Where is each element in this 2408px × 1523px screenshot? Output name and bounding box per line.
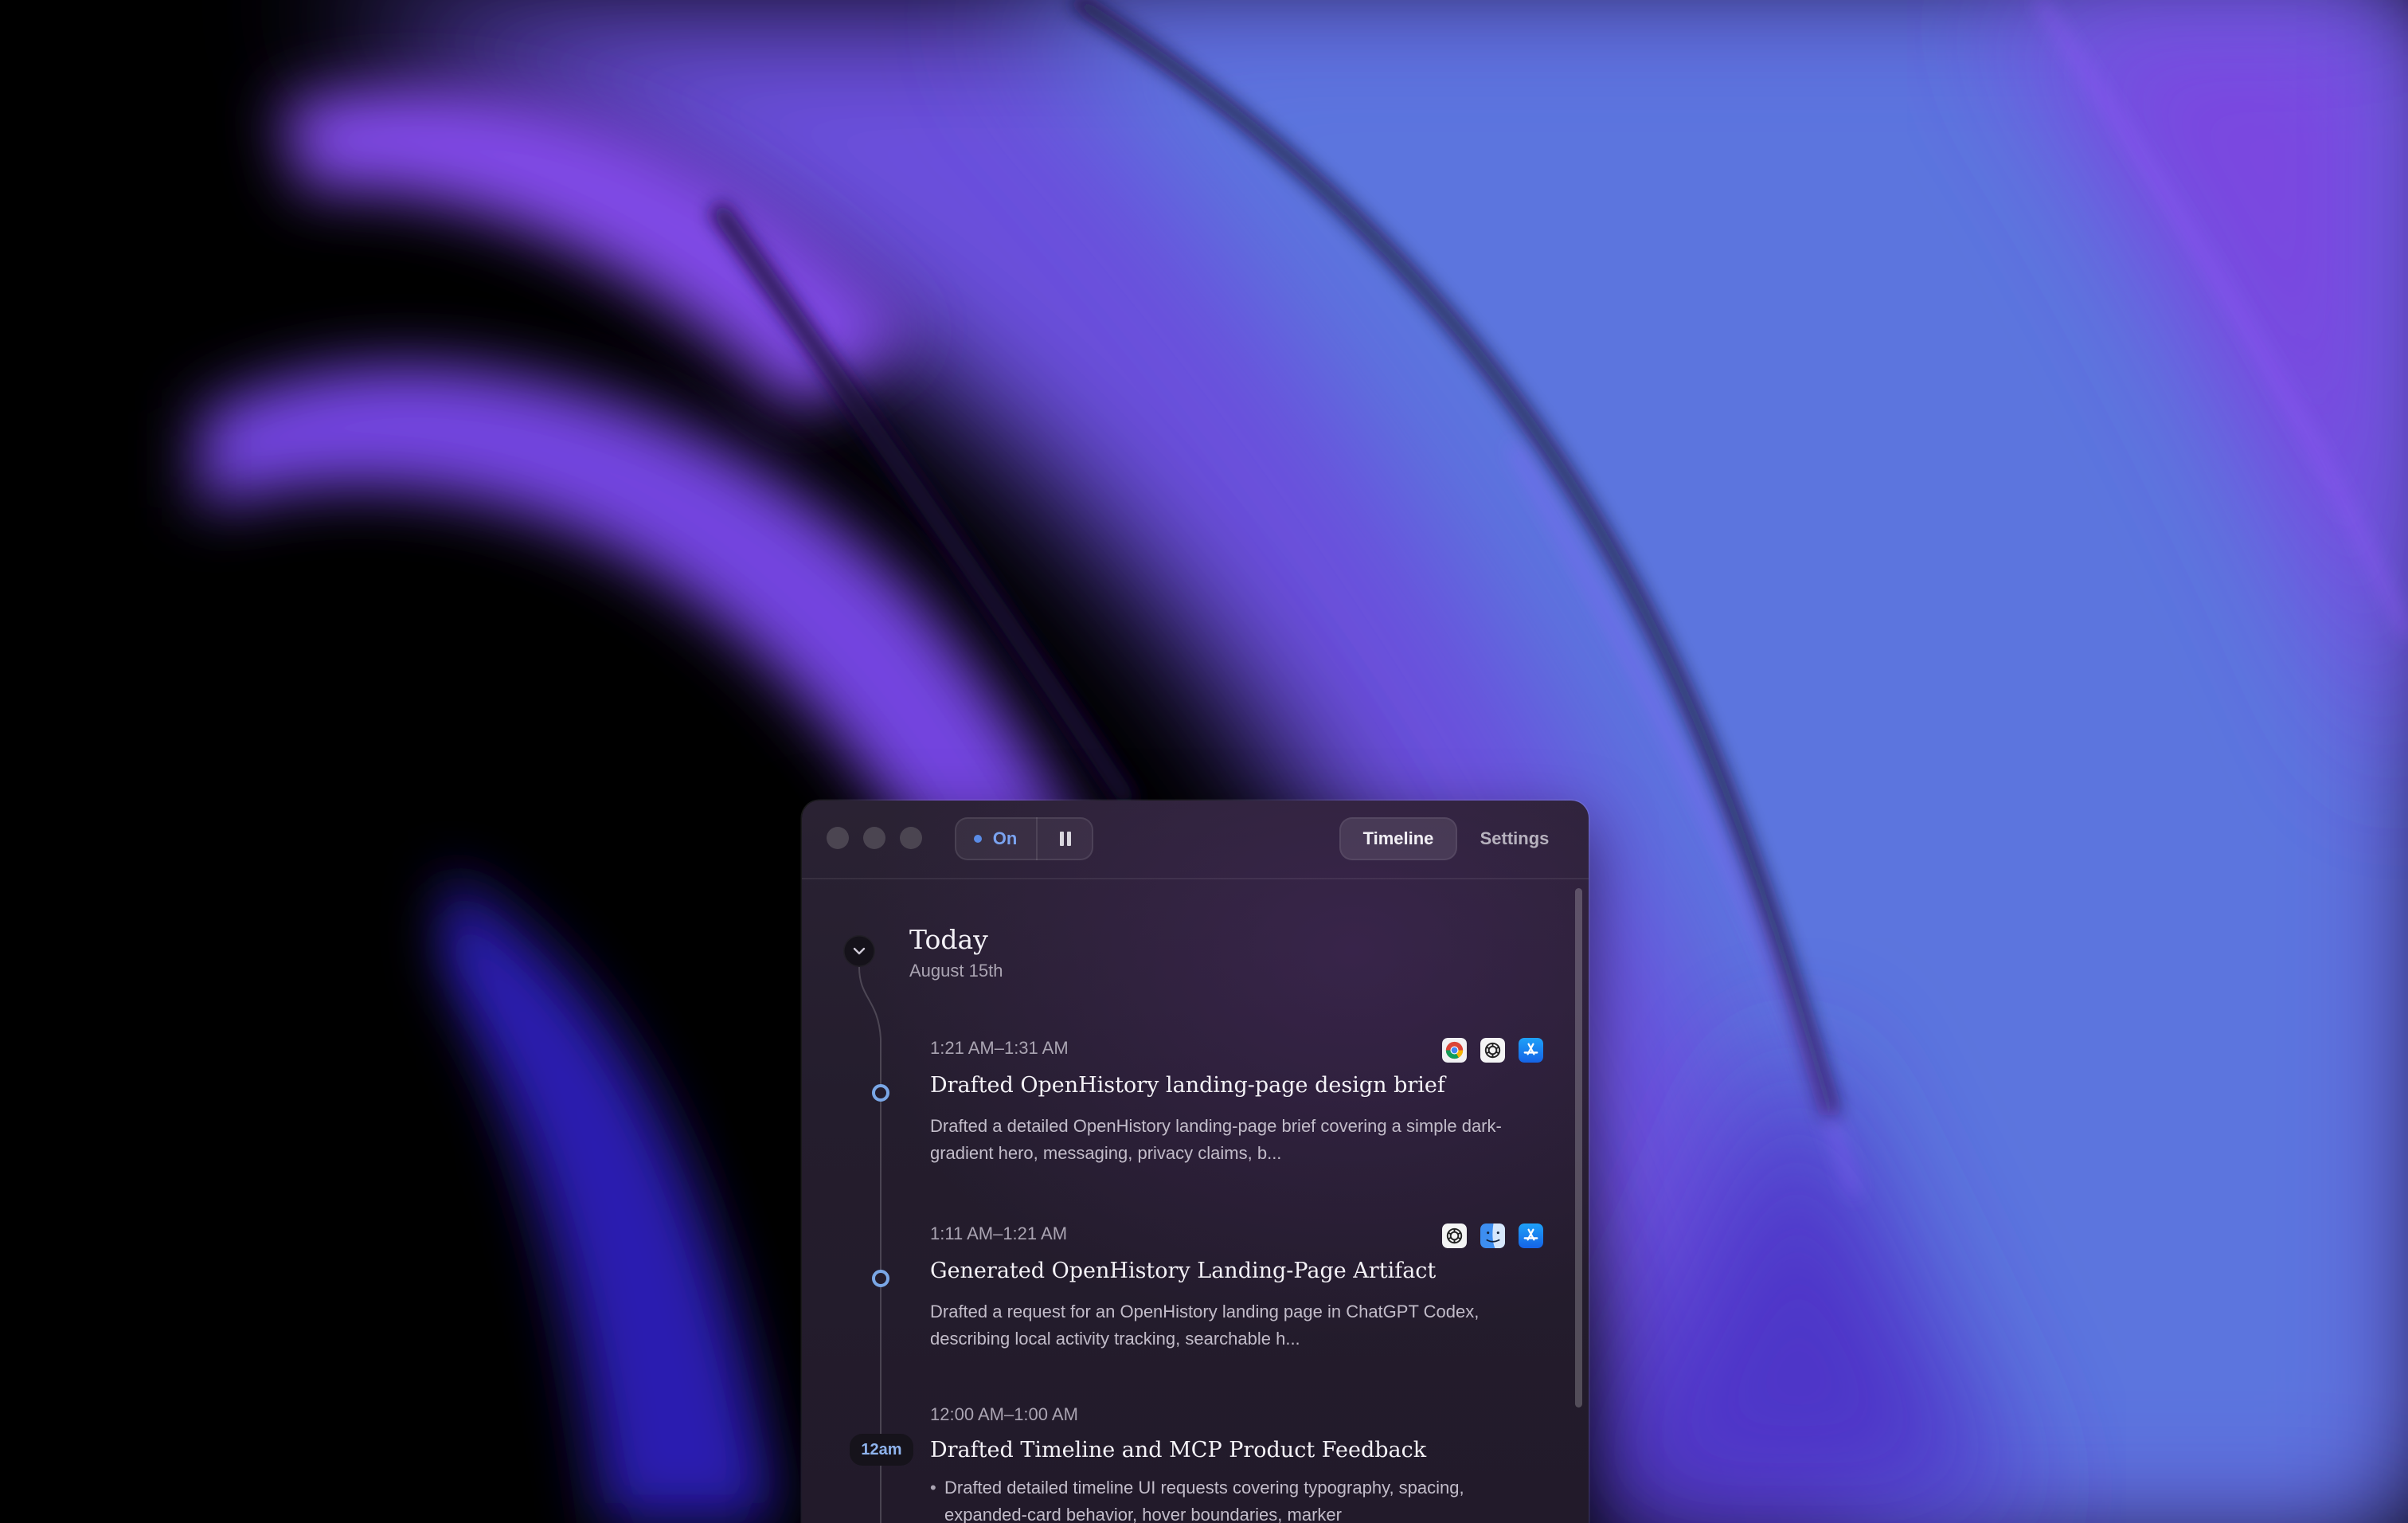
pause-button[interactable] xyxy=(1038,817,1093,860)
chrome-icon xyxy=(1442,1038,1467,1063)
app-store-icon xyxy=(1519,1038,1543,1063)
recording-control: On xyxy=(955,817,1093,860)
recording-dot-icon xyxy=(973,835,982,843)
timeline-entry-card[interactable]: 1:21 AM–1:31 AM Drafted OpenHistory land… xyxy=(930,1038,1543,1173)
entry-summary: Drafted a request for an OpenHistory lan… xyxy=(930,1302,1480,1349)
hour-marker-badge: 12am xyxy=(850,1434,913,1466)
close-window-button[interactable] xyxy=(827,827,849,849)
app-window: On Timeline Settings Today August 15th 1… xyxy=(802,801,1589,1523)
entry-title: Drafted OpenHistory landing-page design … xyxy=(930,1073,1445,1098)
entry-title: Drafted Timeline and MCP Product Feedbac… xyxy=(930,1438,1427,1462)
pause-icon xyxy=(1060,832,1071,846)
tab-settings[interactable]: Settings xyxy=(1467,817,1562,860)
day-date: August 15th xyxy=(909,961,1003,981)
zoom-window-button[interactable] xyxy=(900,827,922,849)
entry-summary-bullet: Drafted detailed timeline UI requests co… xyxy=(930,1474,1503,1523)
chatgpt-icon xyxy=(1480,1038,1505,1063)
timeline-view[interactable]: Today August 15th 12am 1:21 AM–1:31 AM D… xyxy=(802,879,1589,1523)
entry-time-range: 1:11 AM–1:21 AM xyxy=(930,1223,1068,1243)
recording-status-toggle[interactable]: On xyxy=(955,817,1038,860)
finder-icon xyxy=(1480,1223,1505,1248)
day-title: Today xyxy=(909,924,988,955)
timeline-entry-card[interactable]: 12:00 AM–1:00 AM Drafted Timeline and MC… xyxy=(930,1404,1543,1523)
entry-time-range: 1:21 AM–1:31 AM xyxy=(930,1038,1069,1058)
entry-app-icons xyxy=(1442,1223,1543,1249)
tab-timeline[interactable]: Timeline xyxy=(1339,817,1457,860)
entry-title: Generated OpenHistory Landing-Page Artif… xyxy=(930,1259,1437,1283)
timeline-node xyxy=(872,1270,889,1287)
entry-time-range: 12:00 AM–1:00 AM xyxy=(930,1404,1078,1424)
collapse-day-button[interactable] xyxy=(843,935,875,967)
scrollbar-thumb[interactable] xyxy=(1575,888,1582,1408)
minimize-window-button[interactable] xyxy=(863,827,885,849)
chatgpt-icon xyxy=(1442,1223,1467,1248)
recording-status-label: On xyxy=(992,828,1018,848)
timeline-node xyxy=(872,1084,889,1102)
title-bar: On Timeline Settings xyxy=(802,801,1589,879)
app-store-icon xyxy=(1519,1223,1543,1248)
entry-app-icons xyxy=(1442,1038,1543,1063)
entry-summary: Drafted a detailed OpenHistory landing-p… xyxy=(930,1116,1502,1163)
timeline-entry-card[interactable]: 1:11 AM–1:21 AM Generated OpenHistory La… xyxy=(930,1223,1543,1359)
desktop: On Timeline Settings Today August 15th 1… xyxy=(0,0,2408,1523)
chevron-down-icon xyxy=(853,947,866,955)
